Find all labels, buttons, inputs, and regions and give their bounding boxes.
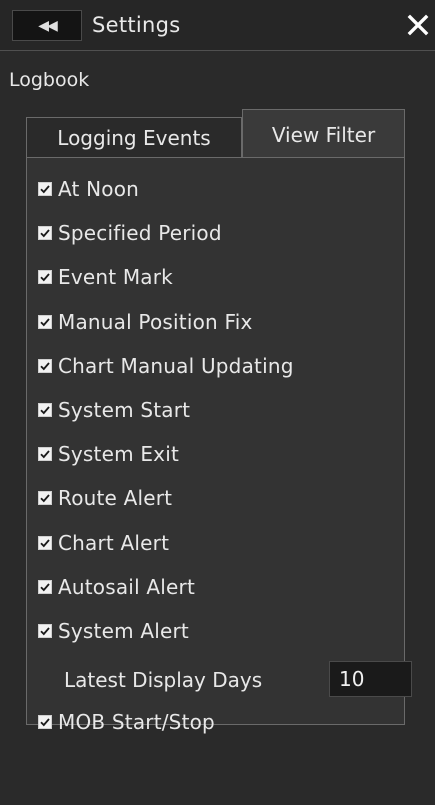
filter-mob-start-stop[interactable]: MOB Start/Stop <box>38 707 215 737</box>
settings-panel: ◀◀ Settings Logbook Logging Events View … <box>0 0 435 805</box>
filter-label: Event Mark <box>58 265 173 289</box>
filter-row[interactable]: System Alert <box>38 616 189 646</box>
filter-row[interactable]: Chart Manual Updating <box>38 351 294 381</box>
tab-logging-events[interactable]: Logging Events <box>26 117 242 157</box>
checkbox-checked-icon[interactable] <box>38 315 52 329</box>
filter-row[interactable]: Autosail Alert <box>38 572 195 602</box>
filter-label: At Noon <box>58 177 140 201</box>
filter-row[interactable]: System Start <box>38 395 190 425</box>
filter-row[interactable]: System Exit <box>38 439 179 469</box>
filter-label: MOB Start/Stop <box>58 710 215 734</box>
latest-display-days-label: Latest Display Days <box>64 668 263 692</box>
double-left-arrow-icon: ◀◀ <box>38 17 57 34</box>
filter-row[interactable]: At Noon <box>38 174 139 204</box>
filter-label: System Exit <box>58 442 180 466</box>
filter-label: Route Alert <box>58 486 173 510</box>
checkbox-checked-icon[interactable] <box>38 182 52 196</box>
checkbox-checked-icon[interactable] <box>38 447 52 461</box>
filter-row[interactable]: Chart Alert <box>38 528 169 558</box>
checkbox-checked-icon[interactable] <box>38 580 52 594</box>
checkbox-checked-icon[interactable] <box>38 270 52 284</box>
filter-row[interactable]: Specified Period <box>38 218 222 248</box>
checkbox-checked-icon[interactable] <box>38 536 52 550</box>
filter-label: Autosail Alert <box>58 575 195 599</box>
window-title: Settings <box>92 13 181 37</box>
close-icon[interactable] <box>406 13 430 37</box>
checkbox-checked-icon[interactable] <box>38 403 52 417</box>
checkbox-checked-icon[interactable] <box>38 226 52 240</box>
latest-display-days-input[interactable] <box>329 661 412 697</box>
filter-row[interactable]: Manual Position Fix <box>38 307 253 337</box>
tab-view-filter[interactable]: View Filter <box>242 109 405 157</box>
filter-label: Chart Alert <box>58 531 170 555</box>
filter-label: Manual Position Fix <box>58 310 253 334</box>
checkbox-checked-icon[interactable] <box>38 624 52 638</box>
checkbox-checked-icon[interactable] <box>38 359 52 373</box>
checkbox-checked-icon[interactable] <box>38 715 52 729</box>
filter-row[interactable]: Route Alert <box>38 483 172 513</box>
title-bar: ◀◀ Settings <box>0 0 435 50</box>
title-divider <box>0 50 435 51</box>
filter-label: System Start <box>58 398 191 422</box>
back-button[interactable]: ◀◀ <box>12 10 82 41</box>
filter-label: System Alert <box>58 619 189 643</box>
checkbox-checked-icon[interactable] <box>38 491 52 505</box>
filter-label: Specified Period <box>58 221 222 245</box>
filter-label: Chart Manual Updating <box>58 354 294 378</box>
section-label: Logbook <box>9 69 90 91</box>
filter-row[interactable]: Event Mark <box>38 262 173 292</box>
